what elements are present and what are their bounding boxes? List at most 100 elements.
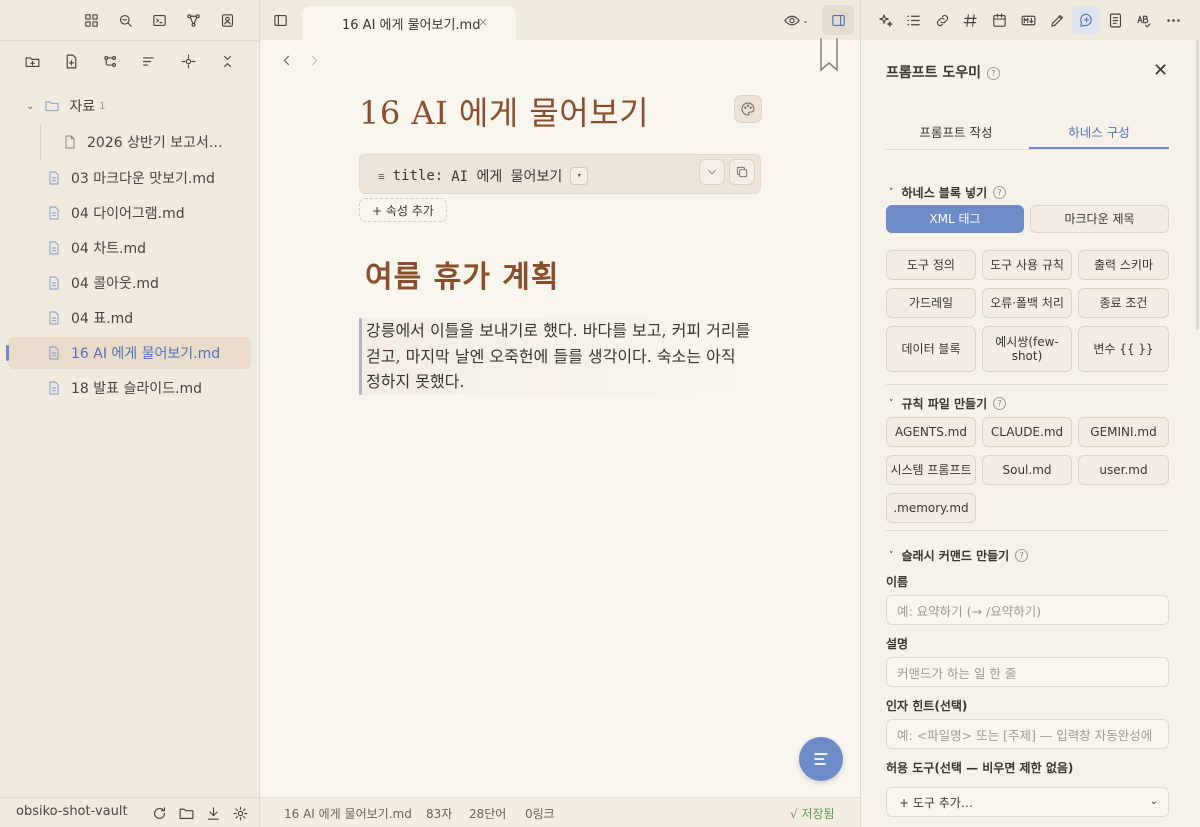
chip-claude-md[interactable]: CLAUDE.md: [982, 417, 1072, 447]
chip-variables[interactable]: 변수 {{ }}: [1078, 326, 1169, 372]
chip-user-md[interactable]: user.md: [1078, 455, 1169, 485]
vault-name[interactable]: obsiko-shot-vault: [16, 804, 128, 819]
new-note-icon[interactable]: [59, 49, 83, 73]
calendar-icon[interactable]: [987, 8, 1011, 32]
chip-error-fallback[interactable]: 오류·폴백 처리: [982, 288, 1072, 318]
help-icon[interactable]: ?: [1015, 549, 1029, 562]
prompt-helper-icon[interactable]: [1072, 6, 1100, 34]
terminal-icon[interactable]: [147, 8, 171, 32]
allowed-tools-label: 허용 도구(선택 — 비우면 제한 없음): [886, 761, 1074, 775]
chip-memory-md[interactable]: .memory.md: [886, 493, 976, 523]
chip-markdown-heading[interactable]: 마크다운 제목: [1030, 205, 1169, 233]
hashtag-icon[interactable]: [958, 8, 982, 32]
settings-gear-icon[interactable]: [228, 801, 252, 825]
status-links: 0링크: [525, 807, 555, 821]
more-options-icon[interactable]: [1161, 8, 1185, 32]
tab-prompt-write[interactable]: 프롬프트 작성: [886, 122, 1026, 141]
tab-close-button[interactable]: ×: [478, 15, 488, 29]
vault-bar: obsiko-shot-vault: [0, 797, 260, 827]
list-icon[interactable]: [901, 8, 925, 32]
chip-termination[interactable]: 종료 조건: [1078, 288, 1169, 318]
file-label: 2026 상반기 보고서…: [87, 135, 223, 151]
command-name-input[interactable]: 예: 요약하기 (→ /요약하기): [886, 595, 1169, 625]
refresh-icon[interactable]: [147, 801, 171, 825]
panel-scrollbar[interactable]: [1196, 40, 1199, 330]
collapse-all-icon[interactable]: [215, 49, 239, 73]
paragraph[interactable]: 강릉에서 이틀을 보내기로 했다. 바다를 보고, 커피 거리를 걷고, 마지막…: [366, 318, 755, 395]
palette-button[interactable]: [734, 95, 762, 123]
markdown-icon[interactable]: [1016, 8, 1040, 32]
property-dropdown-icon[interactable]: ▾: [570, 167, 589, 185]
list-item-active[interactable]: 16 AI 에게 물어보기.md: [8, 337, 251, 369]
folder-count: 1: [99, 100, 106, 112]
pen-icon[interactable]: [1045, 8, 1069, 32]
command-description-input[interactable]: 커맨드가 하는 일 한 줄: [886, 657, 1169, 687]
chip-agents-md[interactable]: AGENTS.md: [886, 417, 976, 447]
outline-fab-button[interactable]: [799, 737, 843, 781]
allowed-tools-select[interactable]: + 도구 추가… ⌄: [886, 787, 1169, 817]
chip-gemini-md[interactable]: GEMINI.md: [1078, 417, 1169, 447]
property-value[interactable]: AI 에게 물어보기: [451, 166, 562, 186]
heading[interactable]: 여름 휴가 계획: [365, 252, 560, 296]
chip-xml-tag[interactable]: XML 태그: [886, 205, 1024, 233]
download-icon[interactable]: [201, 801, 225, 825]
list-item[interactable]: 2026 상반기 보고서…: [8, 126, 251, 158]
contact-card-icon[interactable]: [215, 8, 239, 32]
list-item[interactable]: 04 표.md: [8, 302, 251, 334]
link-icon[interactable]: [930, 8, 954, 32]
back-arrow-icon[interactable]: [274, 48, 298, 72]
active-indicator: [6, 345, 9, 361]
arg-hint-input[interactable]: 예: <파일명> 또는 [주제] — 입력창 자동완성에: [886, 719, 1169, 749]
help-icon[interactable]: ?: [993, 186, 1007, 199]
list-item[interactable]: 03 마크다운 맛보기.md: [8, 162, 251, 194]
list-item[interactable]: 04 콜아웃.md: [8, 267, 251, 299]
folder-open-icon[interactable]: [174, 801, 198, 825]
tab-active-note[interactable]: 16 AI 에게 물어보기.md ×: [302, 6, 516, 40]
chip-output-schema[interactable]: 출력 스키마: [1078, 250, 1169, 280]
chip-data-block[interactable]: 데이터 블록: [886, 326, 976, 372]
file-icon: [62, 134, 78, 150]
chip-guardrail[interactable]: 가드레일: [886, 288, 976, 318]
toggle-right-panel-icon[interactable]: [822, 5, 854, 35]
help-icon[interactable]: ?: [987, 66, 1001, 80]
rules-section-header[interactable]: ˅ 규칙 파일 만들기?: [889, 395, 1007, 412]
list-item[interactable]: 04 차트.md: [8, 232, 251, 264]
new-folder-icon[interactable]: [20, 49, 44, 73]
bookmark-icon[interactable]: [819, 38, 839, 72]
graph-icon[interactable]: [181, 8, 205, 32]
chevron-down-icon[interactable]: [699, 159, 725, 185]
caret-down-icon: ˅: [889, 550, 894, 561]
add-property-button[interactable]: + 속성 추가: [359, 198, 447, 222]
forward-arrow-icon[interactable]: [302, 48, 326, 72]
slash-section-header[interactable]: ˅ 슬래시 커맨드 만들기?: [889, 547, 1029, 564]
chip-tool-definition[interactable]: 도구 정의: [886, 250, 976, 280]
toggle-sidebar-icon[interactable]: [268, 8, 292, 32]
folder-icon: [44, 98, 60, 114]
chip-tool-usage-rules[interactable]: 도구 사용 규칙: [982, 250, 1072, 280]
list-item[interactable]: 18 발표 슬라이드.md: [8, 372, 251, 404]
chip-system-prompt[interactable]: 시스템 프롬프트: [886, 455, 976, 485]
chip-few-shot[interactable]: 예시쌍(few-shot): [982, 326, 1072, 372]
help-icon[interactable]: ?: [993, 397, 1007, 410]
layout-grid-icon[interactable]: [79, 8, 103, 32]
chip-soul-md[interactable]: Soul.md: [982, 455, 1072, 485]
status-bar: 16 AI 에게 물어보기.md 83자 28단어 0링크 √ 저장됨: [260, 797, 860, 827]
reading-view-icon[interactable]: ⌄: [779, 8, 813, 32]
document-icon[interactable]: [1103, 8, 1127, 32]
list-item[interactable]: 04 다이어그램.md: [8, 197, 251, 229]
folder-자료[interactable]: ⌄ 자료 1: [8, 90, 251, 122]
tab-harness-config[interactable]: 하네스 구성: [1029, 122, 1169, 141]
copy-icon[interactable]: [729, 159, 755, 185]
page-title[interactable]: 16 AI 에게 물어보기: [359, 88, 761, 134]
file-label: 04 표.md: [71, 311, 134, 327]
panel-close-button[interactable]: ✕: [1153, 60, 1168, 81]
sort-icon[interactable]: [136, 49, 160, 73]
zoom-search-icon[interactable]: [113, 8, 137, 32]
spellcheck-icon[interactable]: [1131, 8, 1155, 32]
sparkle-icon[interactable]: [873, 8, 897, 32]
property-row[interactable]: ≡ title: AI 에게 물어보기 ▾: [378, 166, 589, 186]
harness-section-header[interactable]: ˅ 하네스 블록 넣기?: [889, 184, 1007, 201]
locate-icon[interactable]: [176, 49, 200, 73]
tree-view-icon[interactable]: [98, 49, 122, 73]
chevron-down-icon: ⌄: [1149, 796, 1158, 807]
